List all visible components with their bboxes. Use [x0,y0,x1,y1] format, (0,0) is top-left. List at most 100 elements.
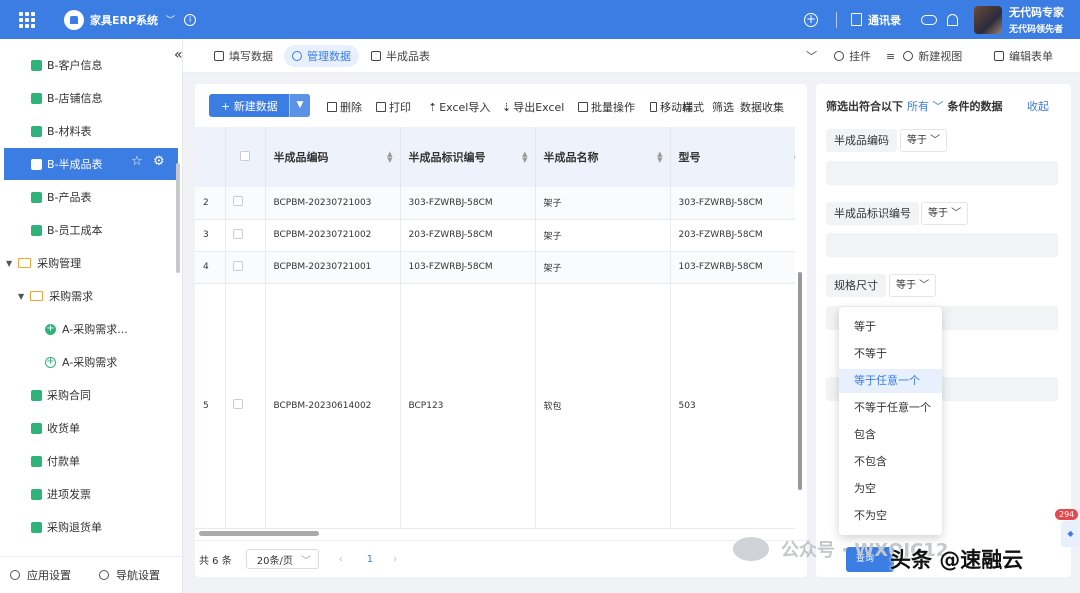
dropdown-option[interactable]: 不等于任意一个 [839,396,942,420]
app-settings-button[interactable]: 应用设置 [10,567,71,583]
page-number[interactable]: 1 [367,554,373,565]
table-row[interactable]: 4 BCPBM-20230721001 103-FZWRBJ-58CM 架子 1… [195,251,795,284]
filter-operator-select[interactable]: 等于 ﹀ [889,274,937,297]
chevron-down-icon[interactable]: ﹀ [806,45,817,67]
collapse-filter-link[interactable]: 收起 [1027,98,1049,114]
row-checkbox[interactable] [232,260,243,271]
dropdown-option-selected[interactable]: 等于任意一个 [839,369,942,393]
new-view-button[interactable]: ≡ 新建视图 [886,45,962,67]
excel-import-button[interactable]: ⇡ Excel导入 [428,99,490,115]
cell-name[interactable]: 架子 [535,251,671,284]
delete-button[interactable]: 删除 [327,99,362,115]
nav-settings-button[interactable]: 导航设置 [99,567,160,583]
filter-operator-select[interactable]: 等于 ﹀ [900,129,948,152]
user-menu[interactable]: 无代码专家 无代码领先者 [1009,4,1064,35]
gear-icon[interactable]: ⚙ [153,154,165,169]
column-header[interactable]: 型号 ▲▼ [670,127,795,187]
sidebar-item-demand-report[interactable]: + A-采购需求... [45,314,128,344]
table-row[interactable]: 3 BCPBM-20230721002 203-FZWRBJ-58CM 架子 2… [195,219,795,252]
filter-value-input[interactable] [826,233,1058,257]
edit-form-button[interactable]: 编辑表单 [994,45,1053,67]
cell-model[interactable]: 503 [670,283,795,529]
export-excel-button[interactable]: ⇣ 导出Excel [502,99,564,115]
sidebar-item-store[interactable]: B-店铺信息 [31,83,103,113]
styles-button[interactable]: 样式 [682,99,704,115]
dropdown-option[interactable]: 不包含 [839,450,942,474]
cell-name[interactable]: 架子 [535,219,671,252]
cell-ident[interactable]: 203-FZWRBJ-58CM [400,219,536,252]
filter-operator-select[interactable]: 等于 ﹀ [921,202,969,225]
cell-code[interactable]: BCPBM-20230721001 [265,251,401,284]
sidebar-scrollbar[interactable] [176,163,180,273]
cell-ident[interactable]: 303-FZWRBJ-58CM [400,187,536,220]
chevron-down-icon[interactable]: ▼ [289,94,310,117]
dropdown-option[interactable]: 为空 [839,477,942,501]
column-header[interactable]: 半成品编码 ▲ ▼ [265,127,401,187]
tab-semi-finished-table[interactable]: 半成品表 [371,45,430,67]
cloud-icon[interactable] [921,14,937,25]
table-row[interactable]: 2 BCPBM-20230721003 303-FZWRBJ-58CM 架子 3… [195,187,795,220]
home-logo-icon[interactable] [64,9,84,30]
prev-page-icon[interactable]: ‹ [339,554,343,565]
cell-model[interactable]: 203-FZWRBJ-58CM [670,219,795,252]
sidebar-item-customer[interactable]: B-客户信息 [31,50,103,80]
page-size-select[interactable]: 20条/页 ﹀ [245,549,319,569]
sidebar-group-purchase[interactable]: ▼ 采购管理 [6,248,81,278]
select-all-checkbox[interactable] [240,150,250,161]
filter-mode-select[interactable]: 所有 ﹀ [907,100,944,113]
cell-model[interactable]: 103-FZWRBJ-58CM [670,251,795,284]
horizontal-scrollbar[interactable] [199,531,319,536]
cell-ident[interactable]: BCP123 [400,283,536,529]
filter-button[interactable]: 筛选 [712,99,734,115]
dropdown-option[interactable]: 包含 [839,423,942,447]
plugin-button[interactable]: 挂件 [834,45,871,67]
sort-icon[interactable]: ▲▼ [387,151,392,164]
next-page-icon[interactable]: › [393,554,397,565]
tab-fill-data[interactable]: 填写数据 [214,45,273,67]
sidebar-item-payment[interactable]: 付款单 [31,446,80,476]
chevron-down-icon[interactable]: ﹀ [166,13,175,26]
sidebar-item-semi-finished[interactable]: B-半成品表 ☆ ⚙ [4,148,178,180]
batch-operation-button[interactable]: 批量操作 [578,99,635,115]
cell-ident[interactable]: 103-FZWRBJ-58CM [400,251,536,284]
sidebar-item-return[interactable]: 采购退货单 [31,512,102,542]
app-name[interactable]: 家具ERP系统 [90,12,158,28]
table-row[interactable]: 5 BCPBM-20230614002 BCP123 软包 503 [195,283,795,529]
sidebar-item-receipt[interactable]: 收货单 [31,413,80,443]
tab-manage-data[interactable]: 管理数据 [284,45,359,67]
cell-model[interactable]: 303-FZWRBJ-58CM [670,187,795,220]
cell-name[interactable]: 软包 [535,283,671,529]
column-header[interactable]: 半成品标识编号 ▲ ▼ [400,127,536,187]
cell-code[interactable]: BCPBM-20230721002 [265,219,401,252]
vertical-scrollbar[interactable] [798,272,802,490]
app-grid-icon[interactable] [19,11,35,28]
side-helper-tab[interactable]: ◆ [1061,521,1080,547]
dropdown-option[interactable]: 不等于 [839,342,942,366]
sidebar-group-purchase-demand[interactable]: ▼ 采购需求 [18,281,93,311]
filter-value-input[interactable] [826,161,1058,185]
dropdown-option[interactable]: 等于 [839,315,942,339]
cell-name[interactable]: 架子 [535,187,671,220]
row-checkbox[interactable] [232,399,243,409]
sidebar-item-materials[interactable]: B-材料表 [31,116,92,146]
print-button[interactable]: 打印 [376,99,411,115]
sort-icon[interactable]: ▲▼ [794,151,795,164]
sort-icon[interactable]: ▲▼ [657,151,662,164]
sidebar-item-invoice[interactable]: 进项发票 [31,479,91,509]
column-header[interactable]: 半成品名称 ▲ ▼ [535,127,671,187]
new-data-button[interactable]: + 新建数据 ▼ [209,94,310,117]
bell-icon[interactable] [947,13,958,26]
sidebar-item-contract[interactable]: 采购合同 [31,380,91,410]
contacts-button[interactable]: 通讯录 [851,12,901,28]
row-checkbox[interactable] [232,196,243,207]
dropdown-option[interactable]: 不为空 [839,504,942,528]
add-circle-icon[interactable]: + [804,12,818,27]
cell-code[interactable]: BCPBM-20230721003 [265,187,401,220]
info-icon[interactable]: i [184,13,197,26]
row-checkbox[interactable] [232,228,243,239]
sidebar-item-demand[interactable]: + A-采购需求 [45,347,117,377]
data-collect-button[interactable]: 数据收集 [740,99,784,115]
sort-icon[interactable]: ▲▼ [522,151,527,164]
sidebar-item-staff-cost[interactable]: B-员工成本 [31,215,103,245]
collapse-sidebar-icon[interactable]: « [174,47,183,63]
